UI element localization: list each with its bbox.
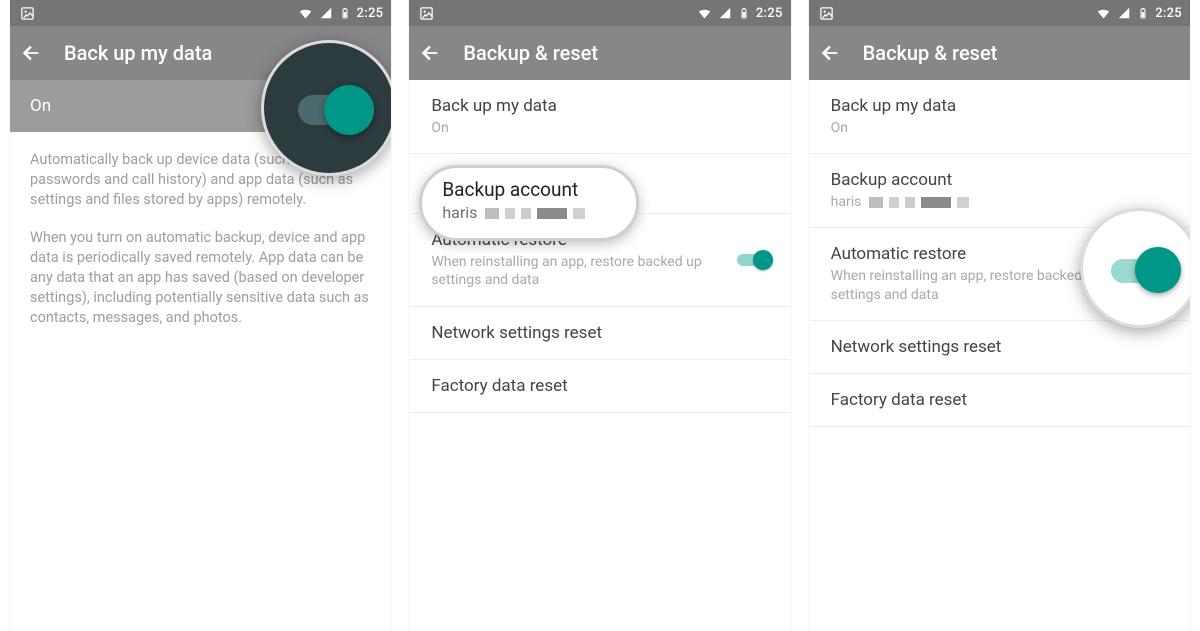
status-bar: 2:25 (409, 0, 790, 26)
signal-icon (718, 6, 732, 20)
row-primary: Factory data reset (431, 376, 768, 396)
row-primary: Back up my data (831, 96, 1168, 116)
row-backup-account[interactable]: Backup account haris (809, 154, 1190, 228)
wifi-icon (298, 6, 313, 21)
screenshot-icon (20, 6, 35, 21)
description-para-1: Automatically back up device data (such … (30, 150, 371, 210)
action-bar: Backup & reset (809, 26, 1190, 80)
signal-icon (319, 6, 333, 20)
row-network-settings-reset[interactable]: Network settings reset (809, 321, 1190, 374)
action-bar: Back up my data (10, 26, 391, 80)
status-clock: 2:25 (1155, 6, 1182, 21)
page-title: Backup & reset (863, 41, 998, 65)
screen-backup-reset-b: 2:25 Backup & reset Back up my data On B… (809, 0, 1190, 631)
screenshot-icon (419, 6, 434, 21)
row-backup-account[interactable] (409, 154, 790, 214)
status-bar: 2:25 (809, 0, 1190, 26)
row-backup-my-data[interactable]: Back up my data On (809, 80, 1190, 154)
wifi-icon (697, 6, 712, 21)
backup-state-label: On (30, 96, 51, 116)
row-primary: Automatic restore (831, 244, 1120, 264)
row-primary: Back up my data (431, 96, 768, 116)
page-title: Backup & reset (463, 41, 598, 65)
row-backup-my-data[interactable]: Back up my data On (409, 80, 790, 154)
row-primary: Network settings reset (431, 323, 768, 343)
battery-icon (738, 5, 750, 21)
automatic-restore-toggle[interactable] (1136, 264, 1172, 284)
row-factory-data-reset[interactable]: Factory data reset (809, 374, 1190, 427)
battery-icon (1137, 5, 1149, 21)
redacted-email (869, 197, 969, 208)
description-para-2: When you turn on automatic backup, devic… (30, 228, 371, 328)
row-automatic-restore[interactable]: Automatic restore When reinstalling an a… (409, 214, 790, 306)
row-secondary: On (431, 119, 768, 137)
screen-backup-my-data: 2:25 Back up my data On Automatically ba… (10, 0, 391, 631)
row-primary: Network settings reset (831, 337, 1168, 357)
back-button[interactable] (20, 42, 42, 64)
row-secondary: On (831, 119, 1168, 137)
status-bar: 2:25 (10, 0, 391, 26)
row-automatic-restore[interactable]: Automatic restore When reinstalling an a… (809, 228, 1190, 320)
status-clock: 2:25 (357, 6, 384, 21)
backup-toggle-row[interactable]: On (10, 80, 391, 132)
signal-icon (1117, 6, 1131, 20)
row-primary: Automatic restore (431, 230, 720, 250)
row-secondary: haris (831, 193, 1168, 211)
page-title: Back up my data (64, 41, 212, 65)
battery-icon (339, 5, 351, 21)
row-secondary: When reinstalling an app, restore backed… (431, 253, 720, 289)
action-bar: Backup & reset (409, 26, 790, 80)
row-primary: Backup account (831, 170, 1168, 190)
status-clock: 2:25 (756, 6, 783, 21)
row-secondary: When reinstalling an app, restore backed… (831, 267, 1120, 303)
back-button[interactable] (419, 42, 441, 64)
screenshot-icon (819, 6, 834, 21)
row-network-settings-reset[interactable]: Network settings reset (409, 307, 790, 360)
row-primary: Factory data reset (831, 390, 1168, 410)
back-button[interactable] (819, 42, 841, 64)
wifi-icon (1096, 6, 1111, 21)
screen-backup-reset-a: 2:25 Backup & reset Back up my data On A… (409, 0, 790, 631)
row-factory-data-reset[interactable]: Factory data reset (409, 360, 790, 413)
description-text: Automatically back up device data (such … (10, 132, 391, 334)
automatic-restore-toggle[interactable] (737, 250, 773, 270)
